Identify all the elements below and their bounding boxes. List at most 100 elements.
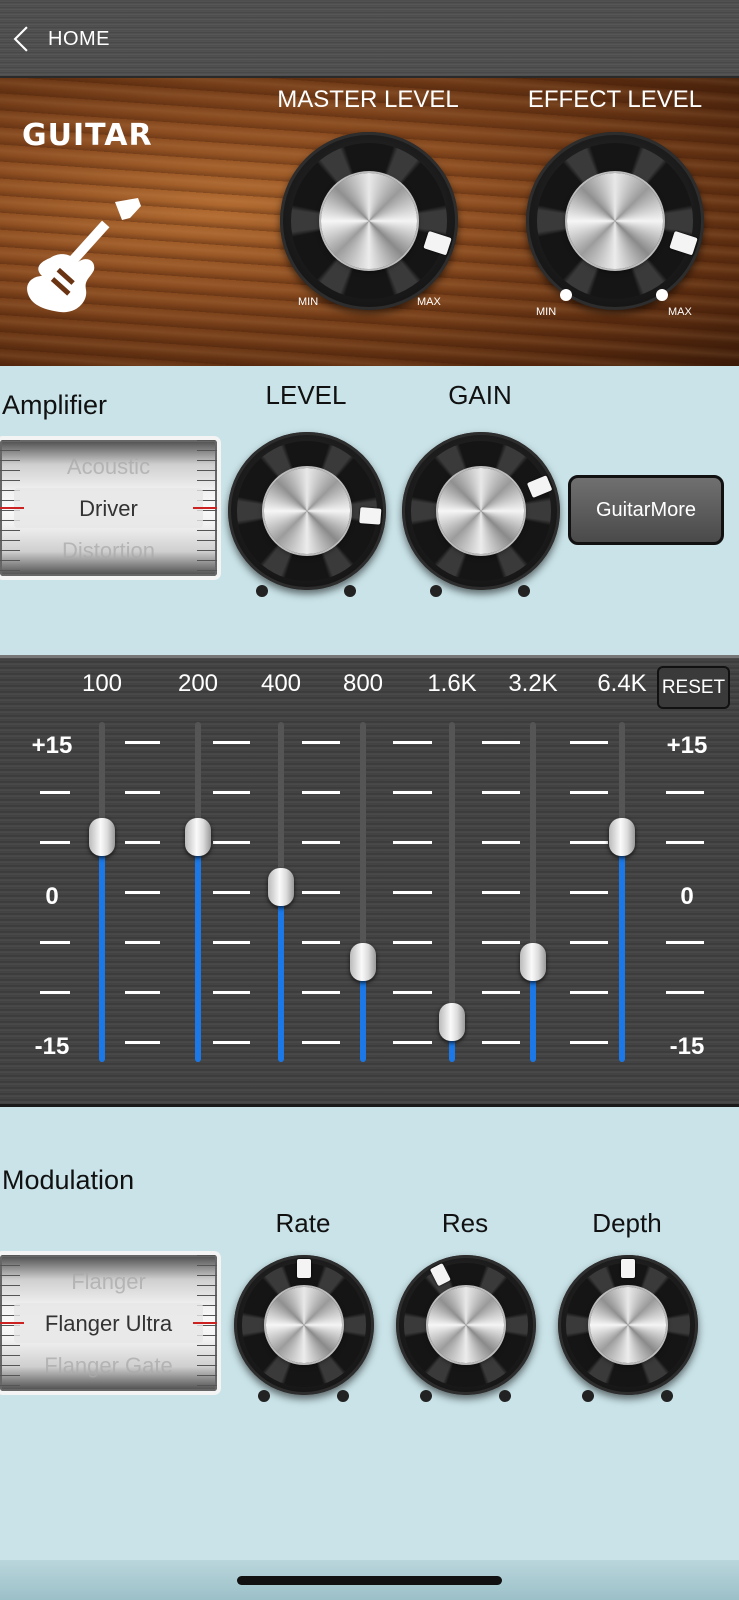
amp-gain-knob[interactable] (402, 432, 560, 590)
modulation-title: Modulation (2, 1165, 135, 1195)
effect-level-label: EFFECT LEVEL (527, 86, 703, 113)
eq-grid-tick (213, 791, 250, 794)
res-knob[interactable] (396, 1255, 536, 1395)
top-nav-bar: HOME (0, 0, 739, 78)
eq-grid-tick (393, 891, 432, 894)
eq-grid-tick (482, 841, 520, 844)
eq-grid-tick (570, 791, 608, 794)
back-button[interactable]: HOME (10, 20, 110, 58)
eq-grid-tick (393, 991, 432, 994)
level-label: LEVEL (265, 380, 347, 410)
guitar-banner: GUITAR MASTER LEVEL EFFECT LEVEL MIN MAX… (0, 78, 739, 366)
depth-label: Depth (592, 1208, 662, 1238)
eq-grid-tick (302, 841, 340, 844)
eq-band-label: 100 (81, 670, 123, 697)
eq-grid-tick (302, 741, 340, 744)
eq-grid-tick (125, 891, 160, 894)
amplifier-title: Amplifier (2, 390, 108, 420)
eq-grid-tick (482, 791, 520, 794)
eq-scale-top-left: +15 (31, 732, 73, 759)
gain-label: GAIN (448, 380, 512, 410)
eq-slider-thumb[interactable] (439, 1003, 465, 1041)
eq-scale-top-right: +15 (666, 732, 708, 759)
eq-band-label: 6.4K (597, 670, 647, 697)
eq-grid-tick (125, 1041, 160, 1044)
eq-grid-tick (125, 741, 160, 744)
home-indicator[interactable] (237, 1576, 502, 1585)
eq-slider-fill (195, 837, 201, 1062)
knob-pointer (621, 1258, 635, 1325)
eq-grid-tick (393, 791, 432, 794)
eq-grid-tick (302, 891, 340, 894)
eq-scale-mid-right: 0 (680, 883, 694, 910)
effect-min-label: MIN (536, 306, 557, 318)
eq-slider-thumb[interactable] (185, 818, 211, 856)
eq-grid-tick (213, 891, 250, 894)
knob-pointer (297, 1258, 311, 1325)
eq-scale-mid-left: 0 (45, 883, 59, 910)
eq-grid-tick (40, 791, 70, 794)
eq-grid-tick (570, 741, 608, 744)
rate-max-dot (337, 1390, 349, 1402)
effect-level-knob[interactable] (526, 132, 704, 310)
eq-grid-tick (482, 741, 520, 744)
picker-option[interactable]: Acoustic (0, 454, 217, 480)
picker-option-selected[interactable]: Driver (0, 496, 217, 522)
level-min-dot (256, 585, 268, 597)
eq-grid-tick (482, 891, 520, 894)
picker-option[interactable]: Distortion (0, 538, 217, 564)
eq-grid-tick (125, 941, 160, 944)
eq-reset-button[interactable]: RESET (657, 666, 730, 709)
eq-grid-tick (302, 791, 340, 794)
eq-grid-tick (570, 941, 608, 944)
guitar-more-button[interactable]: GuitarMore (568, 475, 724, 545)
picker-option[interactable]: Flanger Gate (0, 1353, 217, 1379)
eq-grid-tick (393, 841, 432, 844)
eq-slider-fill (99, 837, 105, 1062)
eq-band-label: 800 (342, 670, 384, 697)
eq-grid-tick (666, 991, 704, 994)
picker-option[interactable]: Flanger (0, 1269, 217, 1295)
eq-grid-tick (482, 1041, 520, 1044)
modulation-type-picker[interactable]: Flanger Flanger Ultra Flanger Gate (0, 1255, 217, 1391)
eq-slider-thumb[interactable] (350, 943, 376, 981)
eq-grid-tick (570, 841, 608, 844)
res-label: Res (441, 1208, 489, 1238)
master-level-label: MASTER LEVEL (277, 86, 459, 113)
rate-min-dot (258, 1390, 270, 1402)
eq-grid-tick (302, 991, 340, 994)
electric-guitar-icon (27, 198, 141, 313)
eq-grid-tick (570, 1041, 608, 1044)
eq-grid-tick (302, 941, 340, 944)
eq-scale-bottom-left: -15 (34, 1033, 70, 1060)
eq-grid-tick (666, 791, 704, 794)
eq-grid-tick (666, 941, 704, 944)
master-max-label: MAX (417, 296, 441, 308)
eq-grid-tick (393, 941, 432, 944)
eq-grid-tick (302, 1041, 340, 1044)
master-level-knob[interactable] (280, 132, 458, 310)
amplifier-type-picker[interactable]: Acoustic Driver Distortion (0, 440, 217, 576)
eq-slider-thumb[interactable] (520, 943, 546, 981)
rate-knob[interactable] (234, 1255, 374, 1395)
picker-option-selected[interactable]: Flanger Ultra (0, 1311, 217, 1337)
eq-band-label: 400 (260, 670, 302, 697)
depth-knob[interactable] (558, 1255, 698, 1395)
res-max-dot (499, 1390, 511, 1402)
eq-grid-tick (213, 941, 250, 944)
effect-max-label: MAX (668, 306, 692, 318)
effect-max-dot (656, 289, 668, 301)
rate-label: Rate (275, 1208, 331, 1238)
amp-level-knob[interactable] (228, 432, 386, 590)
eq-grid-tick (393, 1041, 432, 1044)
eq-slider-thumb[interactable] (609, 818, 635, 856)
eq-slider-thumb[interactable] (89, 818, 115, 856)
eq-grid-tick (125, 841, 160, 844)
effect-min-dot (560, 289, 572, 301)
eq-slider-thumb[interactable] (268, 868, 294, 906)
equalizer-panel: RESET +15 0 -15 +15 0 -15 100 200 400 800 1.… (0, 655, 739, 1107)
eq-grid-tick (40, 841, 70, 844)
eq-band-label: 1.6K (427, 670, 477, 697)
eq-scale-bottom-right: -15 (669, 1033, 705, 1060)
eq-grid-tick (482, 991, 520, 994)
